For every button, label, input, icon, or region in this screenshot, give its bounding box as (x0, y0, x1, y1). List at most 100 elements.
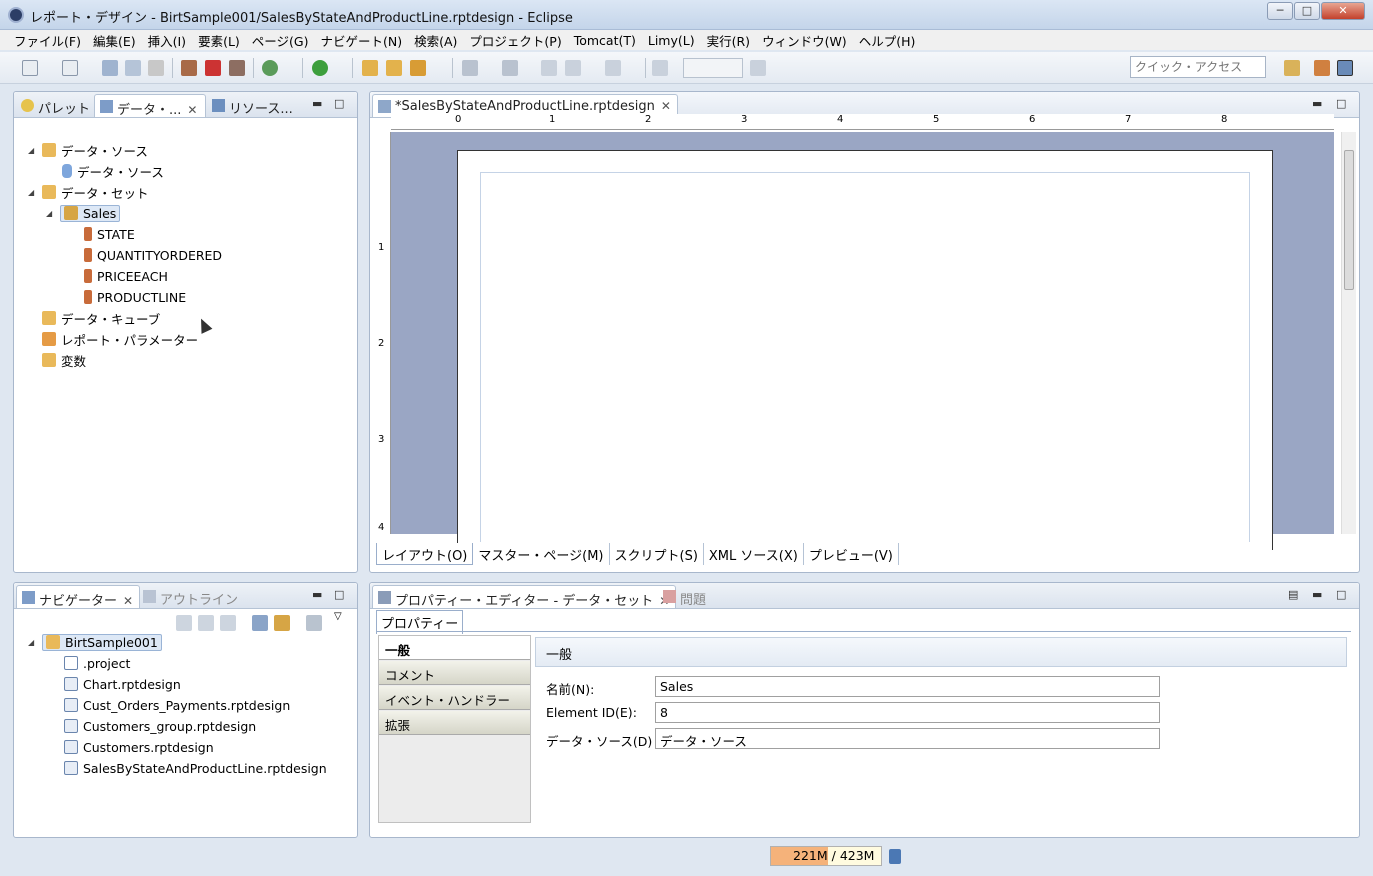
close-tab-icon[interactable]: ✕ (661, 99, 671, 113)
tree-item-sales[interactable]: ◢ Sales (46, 203, 121, 223)
minimize-view-icon[interactable]: ▬ (312, 588, 322, 601)
forward-icon[interactable] (198, 615, 214, 631)
open-perspective-icon[interactable] (1284, 60, 1300, 76)
tree-item-data-source[interactable]: データ・ソース (62, 161, 164, 181)
menu-window[interactable]: ウィンドウ(W) (756, 31, 853, 50)
menu-tomcat[interactable]: Tomcat(T) (568, 33, 642, 48)
tree-item-column[interactable]: QUANTITYORDERED (84, 245, 222, 265)
filter-icon[interactable] (306, 615, 322, 631)
run-icon[interactable] (312, 60, 328, 76)
tab-layout[interactable]: レイアウト(O) (376, 543, 474, 565)
tab-script[interactable]: スクリプト(S) (610, 543, 704, 565)
new-project-icon[interactable] (62, 60, 78, 76)
menu-page[interactable]: ページ(G) (246, 31, 315, 50)
element-id-field[interactable]: 8 (655, 702, 1160, 723)
menu-help[interactable]: ヘルプ(H) (853, 31, 922, 50)
open-folder-icon[interactable] (362, 60, 378, 76)
file-item[interactable]: Customers_group.rptdesign (64, 716, 256, 736)
file-item[interactable]: SalesByStateAndProductLine.rptdesign (64, 758, 327, 778)
menu-element[interactable]: 要素(L) (192, 31, 246, 50)
data-source-field[interactable]: データ・ソース (655, 728, 1160, 749)
report-page[interactable] (457, 150, 1273, 550)
tab-resource-explorer[interactable]: リソース... (207, 94, 299, 117)
open-type-icon[interactable] (386, 60, 402, 76)
expand-toggle-icon[interactable]: ◢ (28, 638, 38, 647)
tree-item-data-sets[interactable]: ◢ データ・セット (28, 182, 149, 202)
tab-navigator[interactable]: ナビゲーター ✕ (16, 585, 141, 609)
tab-master-page[interactable]: マスター・ページ(M) (473, 543, 610, 565)
minimize-view-icon[interactable]: ▬ (312, 97, 322, 110)
java-perspective-icon[interactable] (1314, 60, 1330, 76)
last-edit-icon[interactable] (541, 60, 557, 76)
tree-item-data-cubes[interactable]: データ・キューブ (42, 308, 160, 328)
expand-toggle-icon[interactable]: ◢ (28, 188, 38, 197)
close-button[interactable]: ✕ (1321, 2, 1365, 20)
print-icon[interactable] (148, 60, 164, 76)
menu-project[interactable]: プロジェクト(P) (463, 31, 567, 50)
tab-property-editor[interactable]: プロパティー・エディター - データ・セット✕ (372, 585, 677, 609)
scrollbar-thumb[interactable] (1344, 150, 1354, 290)
heap-status[interactable]: 221M / 423M (770, 846, 882, 866)
category-extended[interactable]: 拡張 (379, 711, 530, 735)
menu-limy[interactable]: Limy(L) (642, 33, 701, 48)
tab-xml-source[interactable]: XML ソース(X) (704, 543, 804, 565)
tab-palette[interactable]: パレット (16, 94, 96, 117)
maximize-button[interactable]: □ (1294, 2, 1320, 20)
menu-insert[interactable]: 挿入(I) (142, 31, 192, 50)
category-general[interactable]: 一般 (379, 636, 530, 660)
link-with-editor-icon[interactable] (274, 615, 290, 631)
close-tab-icon[interactable]: ✕ (187, 103, 197, 117)
zoom-combo[interactable] (683, 58, 743, 78)
quick-access-input[interactable] (1130, 56, 1266, 78)
expand-toggle-icon[interactable]: ◢ (28, 146, 38, 155)
trash-icon[interactable] (889, 849, 901, 864)
tree-item-report-parameters[interactable]: レポート・パラメーター (42, 329, 198, 349)
back-icon[interactable] (565, 60, 581, 76)
save-all-icon[interactable] (125, 60, 141, 76)
collapse-all-icon[interactable] (252, 615, 268, 631)
skip-breakpoints-icon[interactable] (229, 60, 245, 76)
maximize-view-icon[interactable]: □ (1336, 588, 1346, 601)
category-event-handler[interactable]: イベント・ハンドラー (379, 686, 530, 710)
tree-item-project[interactable]: ◢ BirtSample001 (28, 632, 162, 652)
vertical-scrollbar[interactable] (1341, 132, 1356, 534)
menu-edit[interactable]: 編集(E) (87, 31, 142, 50)
expand-toggle-icon[interactable]: ◢ (46, 209, 56, 218)
menu-navigate[interactable]: ナビゲート(N) (314, 31, 408, 50)
back-icon[interactable] (176, 615, 192, 631)
tab-outline[interactable]: アウトライン (138, 585, 244, 608)
cursor-icon[interactable] (750, 60, 766, 76)
tree-item-data-sources[interactable]: ◢ データ・ソース (28, 140, 148, 160)
minimize-view-icon[interactable]: ▬ (1312, 588, 1322, 601)
file-item[interactable]: Cust_Orders_Payments.rptdesign (64, 695, 290, 715)
tree-item-variables[interactable]: 変数 (42, 350, 86, 370)
file-item[interactable]: Customers.rptdesign (64, 737, 214, 757)
category-comments[interactable]: コメント (379, 661, 530, 685)
next-annotation-icon[interactable] (462, 60, 478, 76)
menu-file[interactable]: ファイル(F) (8, 31, 87, 50)
view-menu-icon[interactable]: ▽ (334, 611, 350, 627)
remove-breakpoint-icon[interactable] (205, 60, 221, 76)
tab-preview[interactable]: プレビュー(V) (804, 543, 899, 565)
maximize-view-icon[interactable]: □ (334, 588, 344, 601)
tab-data-explorer[interactable]: データ・... ✕ (94, 94, 206, 118)
maximize-view-icon[interactable]: □ (334, 97, 344, 110)
save-icon[interactable] (102, 60, 118, 76)
file-item[interactable]: Chart.rptdesign (64, 674, 181, 694)
menu-run[interactable]: 実行(R) (701, 31, 756, 50)
tree-item-column[interactable]: PRODUCTLINE (84, 287, 186, 307)
file-item[interactable]: .project (64, 653, 130, 673)
menu-search[interactable]: 検索(A) (408, 31, 463, 50)
layout-canvas[interactable] (391, 132, 1334, 550)
wand-icon[interactable] (410, 60, 426, 76)
tree-item-column[interactable]: PRICEEACH (84, 266, 168, 286)
report-design-perspective-icon[interactable] (1337, 60, 1353, 76)
toggle-breakpoint-icon[interactable] (181, 60, 197, 76)
web-view-icon[interactable] (262, 60, 278, 76)
forward-icon[interactable] (605, 60, 621, 76)
close-tab-icon[interactable]: ✕ (123, 594, 133, 608)
prev-annotation-icon[interactable] (502, 60, 518, 76)
tree-item-column[interactable]: STATE (84, 224, 135, 244)
page-margin-area[interactable] (480, 172, 1250, 542)
maximize-view-icon[interactable]: □ (1336, 97, 1346, 110)
